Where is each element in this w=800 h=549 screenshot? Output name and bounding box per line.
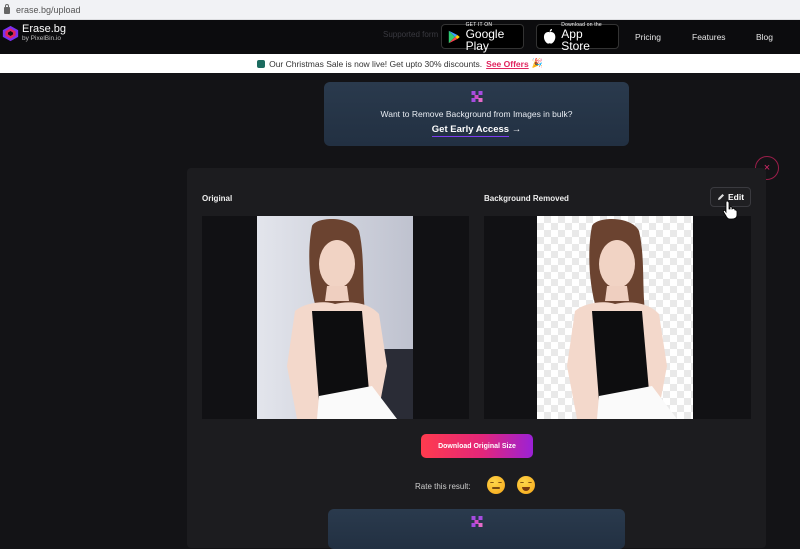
apple-icon: [543, 28, 556, 44]
download-original-size-button[interactable]: Download Original Size: [421, 434, 533, 458]
promo-text: Our Christmas Sale is now live! Get upto…: [269, 58, 483, 69]
rate-happy-emoji-button[interactable]: [517, 476, 535, 494]
bulk-removal-text: Want to Remove Background from Images in…: [380, 109, 573, 119]
emoji-eye: [520, 482, 524, 484]
app-store-button[interactable]: Download on the App Store: [536, 22, 619, 53]
get-early-access-link[interactable]: Get Early Access →: [324, 124, 629, 137]
url-text: erase.bg/upload: [16, 4, 81, 15]
emoji-mouth: [522, 487, 530, 491]
browser-address-bar[interactable]: erase.bg/upload: [0, 0, 800, 20]
pixelbin-icon: [471, 516, 482, 527]
google-play-icon: [448, 30, 460, 43]
background-removed-image: [537, 216, 693, 419]
rate-result-label: Rate this result:: [415, 482, 471, 491]
original-image: [257, 216, 413, 419]
logo-subtitle: by PixelBin.io: [22, 35, 62, 42]
nav-blog[interactable]: Blog: [756, 32, 773, 42]
pixelbin-icon: [471, 91, 482, 102]
rate-unhappy-emoji-button[interactable]: [487, 476, 505, 494]
bulk-removal-card-bottom: [328, 509, 625, 549]
site-header: Erase.bg by PixelBin.io Supported form G…: [0, 20, 800, 54]
google-play-big: Google Play: [465, 26, 505, 53]
lock-icon: [4, 4, 10, 14]
emoji-eye: [490, 482, 494, 484]
original-image-panel: [202, 216, 469, 419]
original-label: Original: [202, 194, 233, 203]
emoji-eye: [528, 482, 532, 484]
supported-formats-text: Supported form: [383, 30, 439, 39]
erase-bg-logo-icon: [2, 25, 19, 41]
person-illustration: [287, 219, 397, 419]
get-early-access-label: Get Early Access: [431, 124, 510, 137]
party-popper-icon: 🎉: [531, 58, 543, 68]
background-removed-label: Background Removed: [484, 194, 569, 203]
emoji-eye: [498, 482, 502, 484]
google-play-button[interactable]: GET IT ON Google Play: [441, 22, 524, 53]
emoji-mouth: [492, 487, 500, 489]
bulk-removal-card: Want to Remove Background from Images in…: [324, 82, 629, 146]
result-card: Original Background Removed Edit Downloa…: [187, 168, 766, 548]
promo-banner: Our Christmas Sale is now live! Get upto…: [0, 54, 800, 73]
arrow-right-icon: →: [511, 124, 522, 135]
person-cutout-illustration: [567, 219, 677, 419]
nav-pricing[interactable]: Pricing: [635, 32, 661, 42]
hand-cursor-icon: [722, 200, 738, 220]
logo[interactable]: Erase.bg by PixelBin.io: [2, 24, 66, 43]
logo-title: Erase.bg: [22, 23, 67, 35]
app-store-big: App Store: [561, 26, 590, 53]
removed-image-panel: [484, 216, 751, 419]
nav-features[interactable]: Features: [692, 32, 726, 42]
gift-icon: [257, 59, 266, 68]
see-offers-link[interactable]: See Offers: [486, 59, 529, 69]
